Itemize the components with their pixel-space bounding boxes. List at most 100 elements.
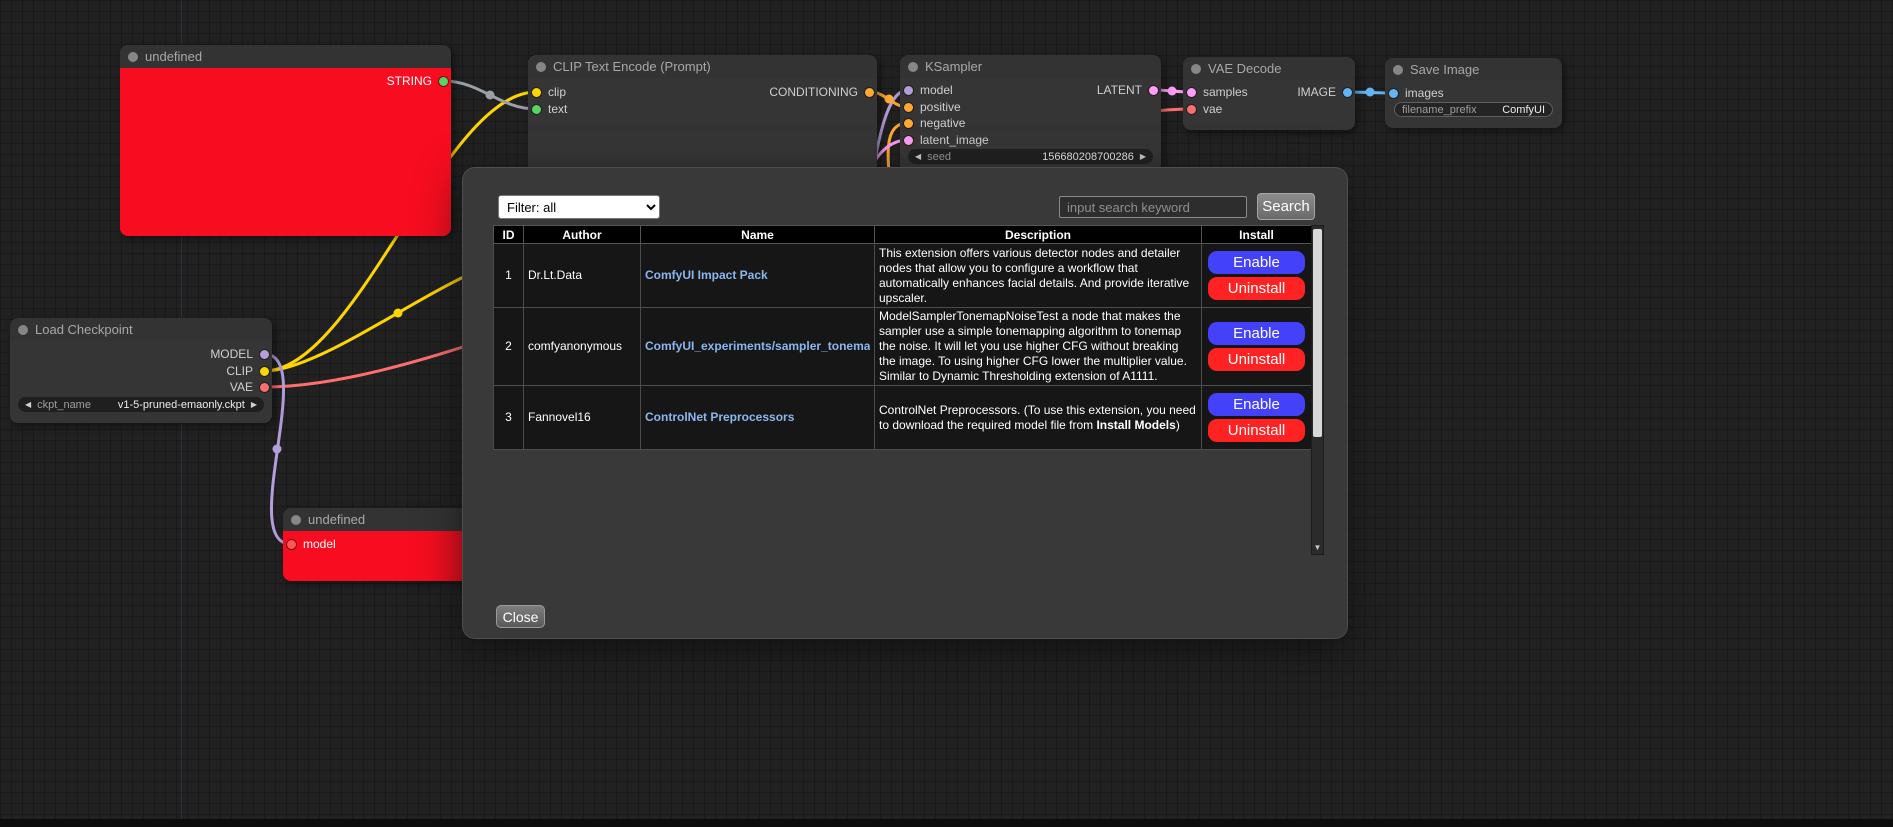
output-dot-image[interactable] <box>1343 88 1352 97</box>
node-undefined-string[interactable]: undefined STRING <box>120 45 451 236</box>
node-title: undefined <box>308 512 365 527</box>
input-dot-positive[interactable] <box>904 103 913 112</box>
input-slot-clip: clip <box>532 85 566 99</box>
link-midpoint-dot <box>885 95 894 104</box>
stepper-left-icon[interactable]: ◀ <box>25 401 31 409</box>
node-load-checkpoint[interactable]: Load Checkpoint MODEL CLIP VAE ◀ ckpt_na… <box>10 318 272 423</box>
output-dot-clip[interactable] <box>260 367 269 376</box>
input-dot-text[interactable] <box>532 105 541 114</box>
table-row: 1 Dr.Lt.Data ComfyUI Impact Pack This ex… <box>494 244 1312 308</box>
extension-link[interactable]: ControlNet Preprocessors <box>645 410 870 425</box>
uninstall-button[interactable]: Uninstall <box>1208 419 1305 442</box>
input-slot-model: model <box>287 537 336 551</box>
input-dot-negative[interactable] <box>904 119 913 128</box>
input-dot-latent-image[interactable] <box>904 136 913 145</box>
slot-label: negative <box>920 116 965 130</box>
node-canvas[interactable]: undefined STRING CLIP Text Encode (Promp… <box>0 0 1893 827</box>
ckpt-name-widget[interactable]: ◀ ckpt_name v1-5-pruned-emaonly.ckpt ▶ <box>18 397 264 412</box>
stepper-right-icon[interactable]: ▶ <box>251 401 257 409</box>
node-header[interactable]: Load Checkpoint <box>10 318 272 341</box>
output-dot-vae[interactable] <box>260 383 269 392</box>
input-slot-model: model <box>904 83 953 97</box>
slot-label: LATENT <box>1097 83 1142 97</box>
node-vae-decode[interactable]: VAE Decode samples vae IMAGE <box>1183 57 1355 130</box>
scrollbar-thumb[interactable] <box>1313 229 1322 437</box>
node-header[interactable]: CLIP Text Encode (Prompt) <box>528 55 877 78</box>
filename-prefix-widget[interactable]: filename_prefix ComfyUI <box>1394 102 1553 117</box>
header-name: Name <box>641 226 875 244</box>
seed-widget[interactable]: ◀ seed 156680208700286 ▶ <box>908 149 1153 164</box>
collapse-dot[interactable] <box>908 62 918 72</box>
slot-label: clip <box>548 85 566 99</box>
input-dot-model[interactable] <box>287 540 296 549</box>
widget-label: filename_prefix <box>1402 104 1477 116</box>
scroll-down-arrow-icon[interactable]: ▼ <box>1312 543 1323 552</box>
extension-link[interactable]: ComfyUI Impact Pack <box>645 268 870 283</box>
enable-button[interactable]: Enable <box>1208 251 1305 274</box>
cell-description: This extension offers various detector n… <box>875 244 1202 308</box>
node-title: KSampler <box>925 59 982 74</box>
filter-select[interactable]: Filter: all <box>498 195 660 219</box>
node-title: undefined <box>145 49 202 64</box>
input-dot-images[interactable] <box>1389 89 1398 98</box>
search-input[interactable] <box>1059 196 1247 218</box>
node-save-image[interactable]: Save Image images filename_prefix ComfyU… <box>1385 58 1562 128</box>
close-button[interactable]: Close <box>496 605 545 628</box>
output-dot-model[interactable] <box>260 350 269 359</box>
table-row: 3 Fannovel16 ControlNet Preprocessors Co… <box>494 386 1312 450</box>
input-dot-samples[interactable] <box>1187 88 1196 97</box>
uninstall-button[interactable]: Uninstall <box>1208 277 1305 300</box>
output-dot-string[interactable] <box>439 77 448 86</box>
cell-id: 2 <box>494 308 524 386</box>
node-header[interactable]: VAE Decode <box>1183 57 1355 80</box>
node-body: samples vae IMAGE <box>1183 80 1355 130</box>
widget-label: seed <box>927 151 951 163</box>
collapse-dot[interactable] <box>536 62 546 72</box>
slot-label: vae <box>1203 102 1222 116</box>
node-clip-text-encode[interactable]: CLIP Text Encode (Prompt) clip text COND… <box>528 55 877 174</box>
collapse-dot[interactable] <box>1393 65 1403 75</box>
slot-label: positive <box>920 100 961 114</box>
output-dot-conditioning[interactable] <box>865 88 874 97</box>
description-text: ) <box>1176 418 1180 432</box>
collapse-dot[interactable] <box>1191 64 1201 74</box>
node-header[interactable]: undefined <box>283 508 469 531</box>
link-midpoint-dot <box>1168 87 1177 96</box>
collapse-dot[interactable] <box>18 325 28 335</box>
node-ksampler[interactable]: KSampler model positive negative latent_… <box>900 55 1161 172</box>
enable-button[interactable]: Enable <box>1208 393 1305 416</box>
extension-link[interactable]: ComfyUI_experiments/sampler_tonemap <box>645 339 870 354</box>
link-midpoint-dot <box>486 91 495 100</box>
custom-nodes-manager-dialog: Filter: all Search ID Author Name Descri… <box>463 168 1347 638</box>
link-midpoint-dot <box>1366 88 1375 97</box>
node-title: Load Checkpoint <box>35 322 133 337</box>
link-midpoint-dot <box>394 309 403 318</box>
stepper-left-icon[interactable]: ◀ <box>915 153 921 161</box>
slot-label: text <box>548 102 567 116</box>
output-slot-latent: LATENT <box>1097 83 1158 97</box>
output-dot-latent[interactable] <box>1149 86 1158 95</box>
input-slot-samples: samples <box>1187 85 1248 99</box>
input-dot-vae[interactable] <box>1187 105 1196 114</box>
enable-button[interactable]: Enable <box>1208 322 1305 345</box>
collapse-dot[interactable] <box>291 515 301 525</box>
uninstall-button[interactable]: Uninstall <box>1208 348 1305 371</box>
input-slot-positive: positive <box>904 100 961 114</box>
widget-value: v1-5-pruned-emaonly.ckpt <box>118 399 245 411</box>
scrollbar-track[interactable]: ▼ <box>1311 225 1324 555</box>
output-slot-model: MODEL <box>210 347 269 361</box>
input-dot-clip[interactable] <box>532 88 541 97</box>
search-button[interactable]: Search <box>1257 193 1315 220</box>
description-bold-text: Install Models <box>1096 418 1175 432</box>
output-slot-clip: CLIP <box>226 364 269 378</box>
collapse-dot[interactable] <box>128 52 138 62</box>
output-slot-image: IMAGE <box>1297 85 1352 99</box>
node-header[interactable]: Save Image <box>1385 58 1562 81</box>
node-header[interactable]: undefined <box>120 45 451 68</box>
cell-author: comfyanonymous <box>524 308 641 386</box>
input-dot-model[interactable] <box>904 86 913 95</box>
node-header[interactable]: KSampler <box>900 55 1161 78</box>
stepper-right-icon[interactable]: ▶ <box>1140 153 1146 161</box>
header-author: Author <box>524 226 641 244</box>
node-undefined-model[interactable]: undefined model <box>283 508 469 581</box>
